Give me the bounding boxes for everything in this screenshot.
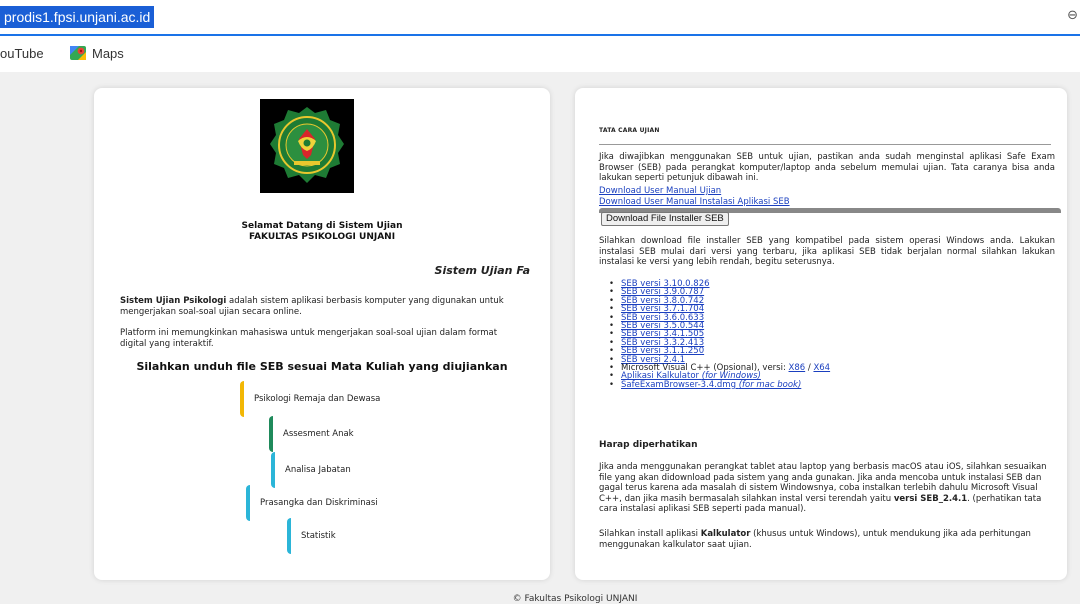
welcome-line-1: Selamat Datang di Sistem Ujian — [241, 221, 403, 231]
unjani-logo — [260, 99, 354, 193]
seb-download-instructions: Silahkan download file installer SEB yan… — [599, 236, 1055, 267]
marquee-text: Sistem Ujian Fa — [434, 264, 530, 277]
course-label: Psikologi Remaja dan Dewasa — [254, 394, 381, 404]
system-name: Sistem Ujian Psikologi — [120, 296, 227, 306]
mac-seb-link-note: (for mac book) — [738, 379, 802, 390]
course-assesment-anak[interactable]: Assesment Anak — [269, 416, 419, 452]
list-item: SafeExamBrowser-3.4.dmg (for mac book) — [609, 380, 1041, 390]
seb-intro-text: Jika diwajibkan menggunakan SEB untuk uj… — [599, 152, 1055, 183]
course-label: Statistik — [301, 531, 336, 541]
url-text[interactable]: prodis1.fpsi.unjani.ac.id — [0, 6, 155, 28]
bookmarks-bar: ouTube Maps — [0, 36, 1080, 72]
divider — [599, 144, 1051, 145]
course-label: Prasangka dan Diskriminasi — [260, 498, 378, 508]
download-user-manual-link[interactable]: Download User Manual Ujian — [599, 186, 721, 196]
seb-version-list: SEB versi 3.10.0.826 SEB versi 3.9.0.787… — [609, 280, 1041, 390]
instructions-title: TATA CARA UJIAN — [599, 127, 660, 134]
course-label: Analisa Jabatan — [285, 465, 351, 475]
bookmark-maps[interactable]: Maps — [70, 46, 124, 61]
notice-text-bold: versi SEB_2.4.1 — [893, 493, 968, 504]
calculator-note: Silahkan install aplikasi Kalkulator (kh… — [599, 529, 1055, 550]
platform-description: Platform ini memungkinkan mahasiswa untu… — [120, 328, 498, 349]
notice-heading: Harap diperhatikan — [599, 440, 698, 450]
bookmark-maps-label: Maps — [92, 46, 124, 61]
notice-text: Jika anda menggunakan perangkat tablet a… — [599, 462, 1055, 515]
download-seb-installer-button[interactable]: Download File Installer SEB — [601, 212, 729, 226]
mac-seb-link[interactable]: SafeExamBrowser-3.4.dmg (for mac book) — [621, 380, 801, 390]
welcome-line-2: FAKULTAS PSIKOLOGI UNJANI — [248, 232, 396, 242]
course-statistik[interactable]: Statistik — [287, 518, 407, 554]
bookmark-youtube[interactable]: ouTube — [0, 46, 44, 61]
course-label: Assesment Anak — [283, 429, 354, 439]
exam-instructions-card: TATA CARA UJIAN Jika diwajibkan mengguna… — [575, 88, 1067, 580]
course-analisa-jabatan[interactable]: Analisa Jabatan — [271, 452, 421, 488]
welcome-heading: Selamat Datang di Sistem Ujian FAKULTAS … — [94, 221, 550, 243]
mac-seb-link-label: SafeExamBrowser-3.4.dmg — [621, 379, 739, 390]
course-prasangka-diskriminasi[interactable]: Prasangka dan Diskriminasi — [246, 485, 446, 521]
welcome-card: Selamat Datang di Sistem Ujian FAKULTAS … — [94, 88, 550, 580]
zoom-icon[interactable]: ⊖ — [1067, 8, 1078, 23]
calculator-note-bold: Kalkulator — [700, 529, 751, 539]
system-description: Sistem Ujian Psikologi adalah sistem apl… — [120, 296, 520, 318]
seb-download-heading: Silahkan unduh file SEB sesuai Mata Kuli… — [136, 360, 508, 373]
address-bar[interactable]: prodis1.fpsi.unjani.ac.id ⊖ — [0, 0, 1080, 36]
download-seb-manual-link[interactable]: Download User Manual Instalasi Aplikasi … — [599, 197, 790, 207]
maps-icon — [70, 46, 86, 60]
calculator-note-part-1: Silahkan install aplikasi — [599, 529, 701, 539]
course-psikologi-remaja[interactable]: Psikologi Remaja dan Dewasa — [240, 381, 440, 417]
